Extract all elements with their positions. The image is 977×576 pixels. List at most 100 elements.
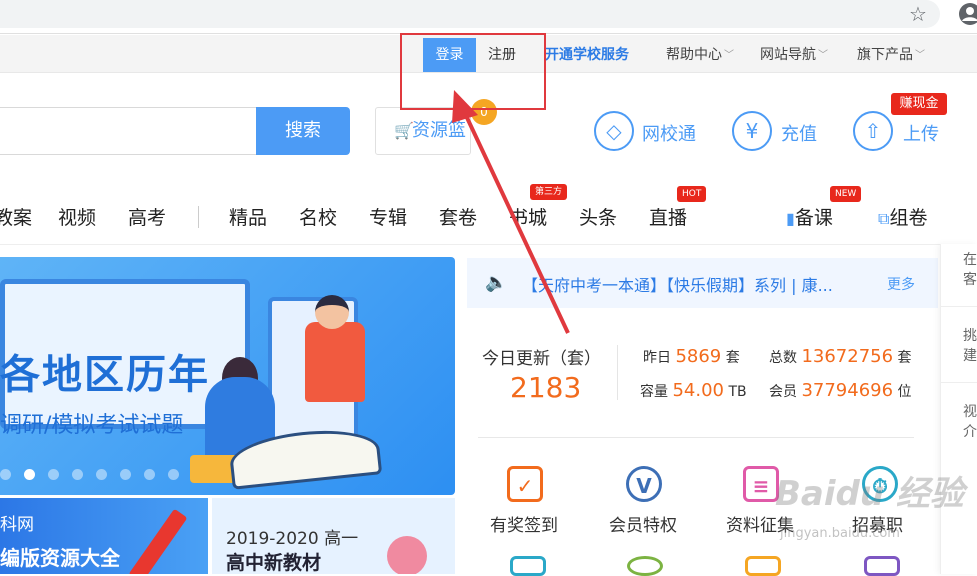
- wangxiaotong-link[interactable]: 网校通: [642, 120, 696, 146]
- carousel-dot[interactable]: [144, 469, 155, 480]
- sub-banner-right-line2: 高中新教材: [226, 552, 322, 574]
- side-item-1[interactable]: 在客: [963, 250, 977, 290]
- banner-subtitle: 调研/模拟考试试题: [0, 413, 184, 438]
- chevron-down-icon: ﹀: [818, 50, 828, 61]
- prepare-lesson-link[interactable]: ▮备课: [786, 203, 833, 230]
- total-value: 13672756: [801, 346, 894, 367]
- phone-icon[interactable]: [864, 556, 900, 576]
- profile-icon[interactable]: [958, 2, 977, 26]
- hot-badge: HOT: [677, 186, 707, 202]
- capacity-value: 54.00: [672, 380, 724, 401]
- compose-icon: ⧉: [878, 209, 890, 228]
- yesterday-value: 5869: [675, 346, 722, 367]
- total-unit: 套: [897, 350, 912, 366]
- carousel-dot[interactable]: [72, 469, 83, 480]
- vip-label[interactable]: 会员特权: [609, 511, 677, 536]
- carousel-dot[interactable]: [48, 469, 59, 480]
- watermark-url: jingyan.baidu.com: [780, 526, 900, 541]
- sub-banner-left-line1: 科网: [0, 515, 34, 535]
- watermark-logo: Baidu 经验: [775, 474, 964, 514]
- help-center-menu[interactable]: 帮助中心 ﹀: [666, 38, 734, 72]
- members-label: 会员: [769, 384, 797, 400]
- side-divider: [941, 382, 977, 383]
- category-video[interactable]: 视频: [58, 203, 96, 230]
- carousel-dot[interactable]: [96, 469, 107, 480]
- capacity-label: 容量: [640, 384, 668, 400]
- banner-title: 各地区历年: [0, 352, 210, 398]
- sub-banner-left[interactable]: 科网 编版资源大全: [0, 498, 208, 574]
- members-unit: 位: [897, 384, 912, 400]
- stats-divider: [617, 345, 618, 400]
- products-menu[interactable]: 旗下产品 ﹀: [857, 38, 925, 72]
- edit-icon[interactable]: [510, 556, 546, 576]
- prepare-lesson-label: 备课: [794, 207, 833, 229]
- notice-more-link[interactable]: 更多: [887, 274, 915, 294]
- upload-icon[interactable]: ⇧: [853, 111, 893, 151]
- vip-icon[interactable]: V: [626, 466, 662, 502]
- earn-cash-badge[interactable]: 赚现金: [891, 93, 947, 115]
- main-banner[interactable]: 各地区历年 调研/模拟考试试题: [0, 257, 455, 495]
- search-input[interactable]: [0, 107, 257, 155]
- checkin-icon[interactable]: ✓: [507, 466, 543, 502]
- yesterday-unit: 套: [725, 350, 740, 366]
- yesterday-label: 昨日: [643, 350, 671, 366]
- compose-paper-link[interactable]: ⧉组卷: [878, 203, 927, 230]
- category-mingxiao[interactable]: 名校: [299, 203, 337, 230]
- today-update-label: 今日更新（套）: [482, 349, 601, 369]
- carousel-dot-active[interactable]: [24, 469, 35, 480]
- carousel-dots: [0, 465, 192, 480]
- address-bar[interactable]: [0, 0, 940, 28]
- pencil-illustration: [128, 508, 188, 574]
- category-jiaoan[interactable]: 教案: [0, 203, 32, 230]
- reader-illustration: [387, 536, 427, 574]
- category-zhuanji[interactable]: 专辑: [369, 203, 407, 230]
- carousel-dot[interactable]: [0, 469, 11, 480]
- sub-banner-left-line2: 编版资源大全: [0, 546, 120, 570]
- recharge-link[interactable]: 充值: [781, 120, 817, 146]
- sub-banner-right-line1: 2019-2020 高一: [226, 529, 359, 549]
- products-label: 旗下产品: [857, 47, 913, 63]
- teacher-head-illustration: [315, 295, 349, 329]
- members-value: 37794696: [801, 380, 894, 401]
- book-icon: ▮: [786, 209, 795, 228]
- category-jingpin[interactable]: 精品: [229, 203, 267, 230]
- upload-link[interactable]: 上传: [903, 120, 939, 146]
- capacity-unit: TB: [728, 384, 747, 400]
- panel-divider: [478, 437, 914, 438]
- collect-icon[interactable]: ≡: [743, 466, 779, 502]
- chevron-down-icon: ﹀: [915, 50, 925, 61]
- teacher-illustration: [305, 322, 365, 402]
- gift-icon[interactable]: [745, 556, 781, 576]
- today-update-value: 2183: [510, 371, 582, 404]
- category-headlines[interactable]: 头条: [579, 203, 617, 230]
- search-button[interactable]: 搜索: [256, 107, 350, 155]
- discount-icon[interactable]: [627, 556, 663, 576]
- carousel-dot[interactable]: [120, 469, 131, 480]
- category-live[interactable]: 直播: [649, 203, 687, 230]
- carousel-dot[interactable]: [168, 469, 179, 480]
- total-label: 总数: [769, 350, 797, 366]
- cart-icon: 🛒: [394, 121, 414, 140]
- chevron-down-icon: ﹀: [724, 50, 734, 61]
- diamond-icon[interactable]: ◇: [594, 111, 634, 151]
- capacity-stat: 容量 54.00 TB: [640, 380, 747, 401]
- side-item-2[interactable]: 挑建: [963, 326, 977, 366]
- site-nav-menu[interactable]: 网站导航 ﹀: [760, 38, 828, 72]
- category-divider: [198, 206, 199, 228]
- help-center-label: 帮助中心: [666, 47, 722, 63]
- compose-paper-label: 组卷: [889, 207, 928, 229]
- yen-icon[interactable]: ¥: [732, 111, 772, 151]
- site-nav-label: 网站导航: [760, 47, 816, 63]
- annotation-arrow: [452, 90, 570, 334]
- checkin-label[interactable]: 有奖签到: [490, 511, 558, 536]
- yesterday-stat: 昨日 5869 套: [643, 346, 740, 367]
- side-item-3[interactable]: 视介: [963, 402, 977, 442]
- members-stat: 会员 37794696 位: [769, 380, 912, 401]
- sub-banner-right[interactable]: 2019-2020 高一 高中新教材: [212, 498, 455, 574]
- new-badge: NEW: [830, 186, 862, 202]
- school-service-link[interactable]: 开通学校服务: [545, 38, 629, 72]
- total-stat: 总数 13672756 套: [769, 346, 912, 367]
- side-divider: [941, 306, 977, 307]
- category-gaokao[interactable]: 高考: [128, 203, 166, 230]
- star-icon[interactable]: ☆: [905, 2, 931, 28]
